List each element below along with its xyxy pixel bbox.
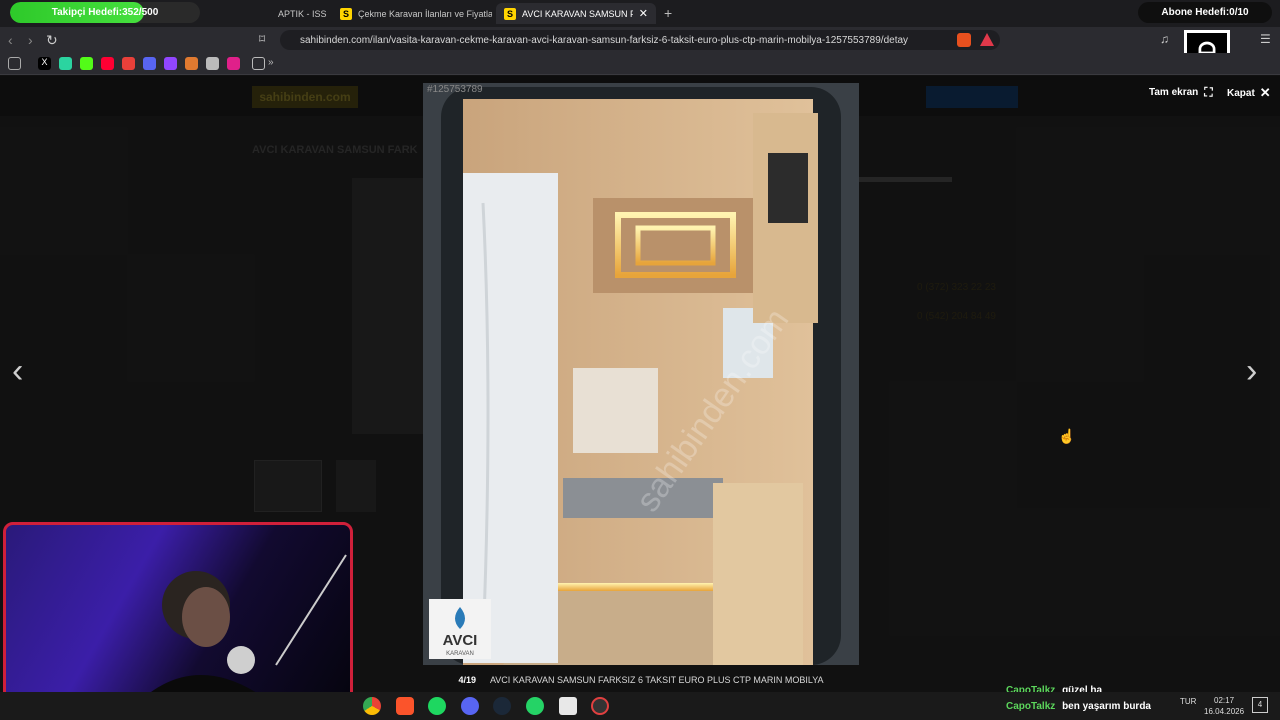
discord-icon[interactable]: [143, 57, 156, 70]
brave-shield-icon[interactable]: [957, 33, 971, 47]
bookmark-icon[interactable]: [185, 57, 198, 70]
discord-icon[interactable]: [461, 697, 479, 715]
brave-rewards-icon[interactable]: [980, 33, 994, 46]
photo-caption: 4/19 AVCI KARAVAN SAMSUN FARKSIZ 6 TAKSI…: [423, 675, 859, 685]
address-bar[interactable]: sahibinden.com/ilan/vasita-karavan-cekme…: [280, 30, 1000, 50]
follower-goal-text: Takipçi Hedefi:352/500: [51, 7, 159, 18]
close-button[interactable]: Kapat ✕: [1227, 85, 1271, 101]
close-label: Kapat: [1227, 87, 1255, 99]
close-tab-icon[interactable]: ✕: [639, 7, 648, 20]
sahibinden-icon: S: [504, 7, 516, 20]
chat-text: ben yaşarım burda: [1062, 701, 1151, 712]
streamer-camera-feed: [126, 554, 347, 715]
image-id: #125753789: [427, 84, 483, 95]
tab-cekme-karavan[interactable]: S Çekme Karavan İlanları ve Fiyatları sa: [332, 3, 492, 24]
notifications-icon[interactable]: 4: [1252, 697, 1268, 713]
apps-icon[interactable]: [8, 57, 21, 70]
reload-icon[interactable]: ↻: [46, 32, 58, 49]
close-icon: ✕: [1259, 85, 1271, 100]
bookmark-icon[interactable]: [59, 57, 72, 70]
photo-logo-brand: AVCI: [443, 632, 478, 649]
forward-icon[interactable]: ›: [28, 32, 33, 48]
music-icon[interactable]: ♫: [1160, 32, 1169, 46]
subscriber-goal-widget: Abone Hedefi:0/10: [1138, 2, 1272, 23]
tab-aptik[interactable]: APTIK - ISS: [270, 3, 330, 24]
fullscreen-button[interactable]: Tam ekran ⛶: [1149, 85, 1213, 100]
lightbox-photo: sahibinden.com AVCI KARAVAN: [423, 83, 859, 665]
caption-text: AVCI KARAVAN SAMSUN FARKSIZ 6 TAKSIT EUR…: [489, 675, 824, 685]
tab-label: AVCI KARAVAN SAMSUN FARKS: [522, 8, 633, 19]
hand-cursor-icon: ☝: [1058, 428, 1076, 444]
brave-icon[interactable]: [396, 697, 414, 715]
twitch-icon[interactable]: [164, 57, 177, 70]
next-photo-arrow-icon[interactable]: ›: [1246, 352, 1257, 391]
kick-icon[interactable]: [80, 57, 93, 70]
back-icon[interactable]: ‹: [8, 32, 13, 48]
whatsapp-icon[interactable]: [526, 697, 544, 715]
photo-logo-sub: KARAVAN: [446, 651, 474, 657]
language-indicator[interactable]: TUR: [1180, 697, 1196, 706]
steam-icon[interactable]: [493, 697, 511, 715]
folder-icon[interactable]: [252, 57, 265, 70]
url-text: sahibinden.com/ilan/vasita-karavan-cekme…: [300, 34, 909, 46]
tab-avci-karavan[interactable]: S AVCI KARAVAN SAMSUN FARKS ✕: [496, 3, 656, 24]
menu-icon[interactable]: ☰: [1260, 32, 1271, 46]
sahibinden-icon: S: [340, 7, 352, 20]
system-clock[interactable]: 02:17 16.04.2026: [1204, 695, 1244, 717]
caravan-interior-photo: sahibinden.com AVCI KARAVAN: [423, 83, 859, 665]
webcam-overlay: [3, 522, 353, 718]
clock-time: 02:17: [1214, 696, 1235, 705]
bookmarks-more[interactable]: »: [268, 57, 274, 68]
files-icon[interactable]: [559, 697, 577, 715]
photo-counter: 4/19: [458, 675, 476, 685]
follower-goal-widget: Takipçi Hedefi:352/500: [10, 2, 200, 23]
clock-date: 16.04.2026: [1204, 707, 1245, 716]
chat-username: CapoTalkz: [1006, 701, 1056, 712]
new-tab-button[interactable]: +: [664, 5, 672, 21]
bookmark-icon[interactable]: [206, 57, 219, 70]
bookmark-icon[interactable]: [227, 57, 240, 70]
prev-photo-arrow-icon[interactable]: ‹: [12, 352, 23, 391]
expand-icon: ⛶: [1204, 85, 1213, 99]
x-icon[interactable]: X: [38, 57, 51, 70]
tab-label: Çekme Karavan İlanları ve Fiyatları sa: [358, 8, 492, 19]
chrome-icon[interactable]: [363, 697, 381, 715]
chat-message: CapoTalkz ben yaşarım burda: [1006, 701, 1151, 712]
gmail-icon[interactable]: [122, 57, 135, 70]
tab-label: APTIK - ISS: [278, 8, 327, 19]
obs-icon[interactable]: [591, 697, 609, 715]
bookmark-icon[interactable]: ⌑: [259, 32, 265, 46]
fullscreen-label: Tam ekran: [1149, 87, 1199, 98]
youtube-icon[interactable]: [101, 57, 114, 70]
spotify-icon[interactable]: [428, 697, 446, 715]
